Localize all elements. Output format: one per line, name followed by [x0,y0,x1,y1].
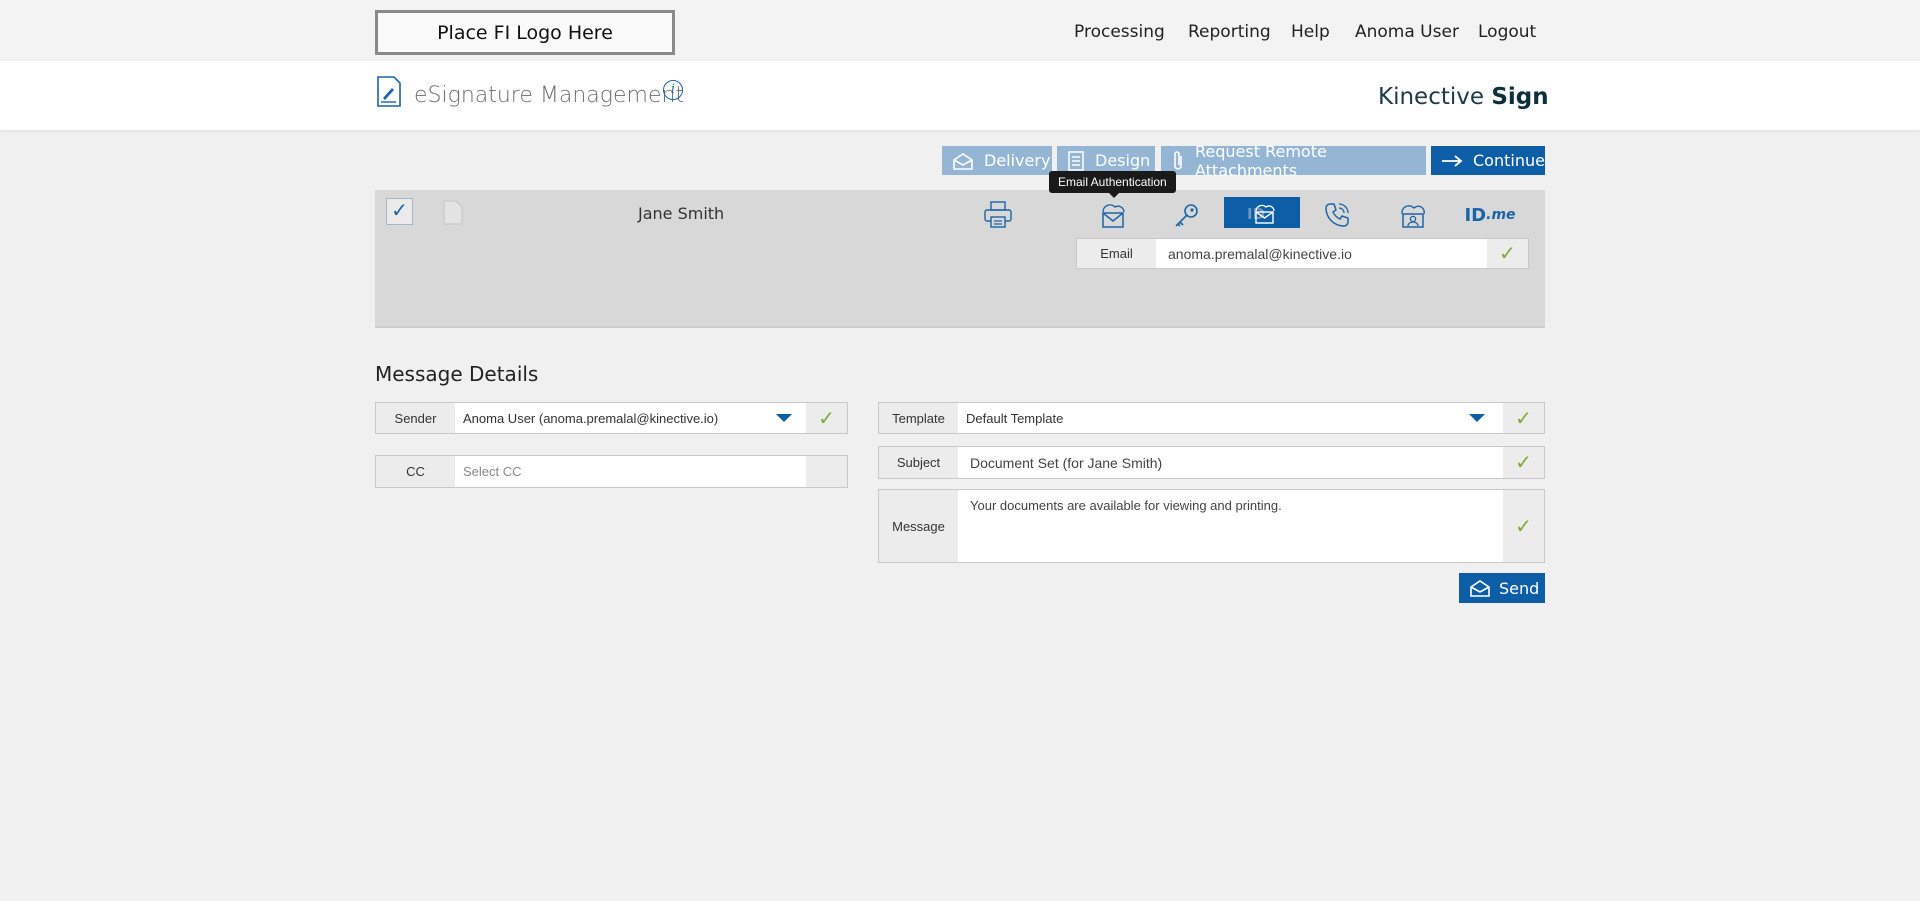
brand-logo: Kinective Sign [1378,84,1549,110]
send-button[interactable]: Send [1459,573,1545,603]
nav-logout[interactable]: Logout [1478,22,1536,42]
sender-label: Sender [375,402,456,434]
message-valid-check: ✓ [1503,489,1545,563]
phone-icon[interactable] [1316,197,1358,233]
info-icon[interactable]: i [663,80,683,100]
template-label: Template [878,402,959,434]
envelope-open-icon [953,152,973,170]
message-details-title: Message Details [375,362,539,386]
envelope-open-icon [1470,580,1490,597]
idme-email-icon[interactable]: ID [1224,197,1300,228]
message-label: Message [878,489,959,563]
message-textarea[interactable]: Your documents are available for viewing… [958,489,1504,563]
cc-input[interactable]: Select CC [455,455,807,488]
subject-label: Subject [878,446,959,479]
email-label: Email [1076,238,1157,269]
idme-text: ID [1464,204,1487,226]
signer-checkbox[interactable]: ✓ [386,198,413,225]
document-sign-icon [377,76,401,107]
cloud-person-icon[interactable] [1392,197,1434,233]
idme-logo[interactable]: ID .me [1464,197,1516,233]
paperclip-icon [1174,150,1182,170]
nav-processing[interactable]: Processing [1074,22,1165,42]
nav-help[interactable]: Help [1291,22,1330,42]
sender-valid-check: ✓ [806,402,848,434]
template-valid-check: ✓ [1503,402,1545,434]
signer-name: Jane Smith [638,204,725,223]
template-value: Default Template [966,410,1064,426]
brand-bold: Sign [1491,84,1549,110]
chevron-down-icon [1469,414,1485,422]
arrow-right-icon [1442,154,1463,167]
continue-button[interactable]: Continue [1431,146,1545,175]
nav-user[interactable]: Anoma User [1355,22,1459,42]
top-header [0,0,1920,61]
email-field[interactable]: anoma.premalal@kinective.io [1156,238,1488,269]
cc-status [806,455,848,488]
email-auth-icon[interactable] [1092,197,1134,233]
attachments-label: Request Remote Attachments [1195,141,1327,180]
fi-logo-placeholder: Place FI Logo Here [375,10,675,55]
print-icon[interactable] [977,197,1019,233]
continue-label: Continue [1473,151,1545,170]
send-label: Send [1499,578,1540,598]
idme-suffix: .me [1486,207,1516,223]
template-select[interactable]: Default Template [958,402,1504,434]
subject-valid-check: ✓ [1503,446,1545,479]
brand-light: Kinective [1378,84,1485,110]
page-title: eSignature Management [414,83,685,108]
email-auth-tooltip: Email Authentication [1049,171,1176,198]
subject-input[interactable]: Document Set (for Jane Smith) [958,446,1504,479]
key-icon[interactable] [1166,197,1208,233]
email-valid-check: ✓ [1487,238,1529,269]
chevron-down-icon [776,414,792,422]
delivery-button[interactable]: Delivery [942,146,1052,175]
sender-value: Anoma User (anoma.premalal@kinective.io) [463,410,719,426]
design-list-icon [1068,150,1084,171]
nav-reporting[interactable]: Reporting [1188,22,1271,42]
document-icon [443,200,463,225]
design-label: Design [1095,151,1151,170]
request-attachments-button[interactable]: Request Remote Attachments [1161,142,1426,180]
delivery-label: Delivery [984,151,1051,170]
title-bar [0,61,1920,130]
cc-label: CC [375,455,456,488]
sender-select[interactable]: Anoma User (anoma.premalal@kinective.io) [455,402,807,434]
